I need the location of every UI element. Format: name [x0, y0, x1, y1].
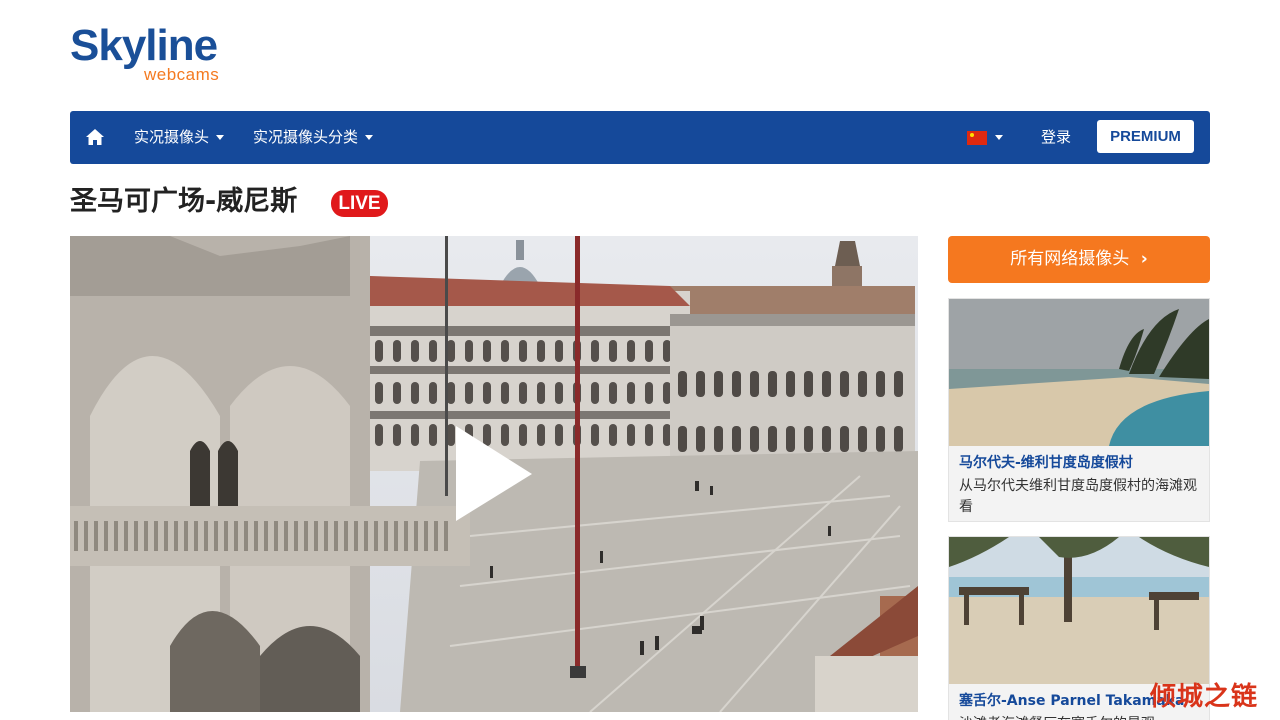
nav-categories-dropdown[interactable]: 实况摄像头分类 — [253, 111, 374, 164]
login-link[interactable]: 登录 — [1041, 111, 1071, 164]
webcam-thumbnail — [949, 537, 1209, 684]
chevron-down-icon — [365, 135, 374, 140]
site-logo[interactable]: Skyline webcams — [70, 24, 240, 86]
live-badge: LIVE — [331, 190, 388, 217]
watermark-text: 倾城之链 — [1150, 682, 1259, 712]
webcam-card-description: 从马尔代夫维利甘度岛度假村的海滩观看 — [959, 478, 1197, 515]
language-selector[interactable] — [967, 111, 1003, 164]
all-webcams-button[interactable]: 所有网络摄像头 › — [948, 236, 1210, 283]
webcam-card-maldives[interactable]: 马尔代夫-维利甘度岛度假村 从马尔代夫维利甘度岛度假村的海滩观看 — [948, 298, 1210, 522]
chevron-right-icon: › — [1140, 249, 1148, 269]
nav-live-cams-label: 实况摄像头 — [134, 128, 210, 146]
all-webcams-label: 所有网络摄像头 — [1010, 249, 1130, 269]
webcam-thumbnail — [949, 299, 1209, 446]
home-icon[interactable] — [84, 126, 106, 148]
nav-live-cams-dropdown[interactable]: 实况摄像头 — [134, 111, 225, 164]
webcam-video-player[interactable] — [70, 236, 918, 712]
nav-categories-label: 实况摄像头分类 — [253, 128, 359, 146]
chevron-down-icon — [216, 135, 225, 140]
page-title: 圣马可广场-威尼斯 — [70, 186, 298, 217]
webcam-scene-image — [70, 236, 918, 712]
logo-wordmark: Skyline — [70, 21, 218, 70]
main-navbar: 实况摄像头 实况摄像头分类 登录 PREMIUM — [70, 111, 1210, 164]
premium-button[interactable]: PREMIUM — [1097, 120, 1194, 153]
chevron-down-icon — [995, 135, 1003, 140]
logo-subtitle: webcams — [144, 65, 220, 84]
china-flag-icon — [967, 130, 987, 145]
webcam-card-title: 马尔代夫-维利甘度岛度假村 — [959, 455, 1133, 471]
